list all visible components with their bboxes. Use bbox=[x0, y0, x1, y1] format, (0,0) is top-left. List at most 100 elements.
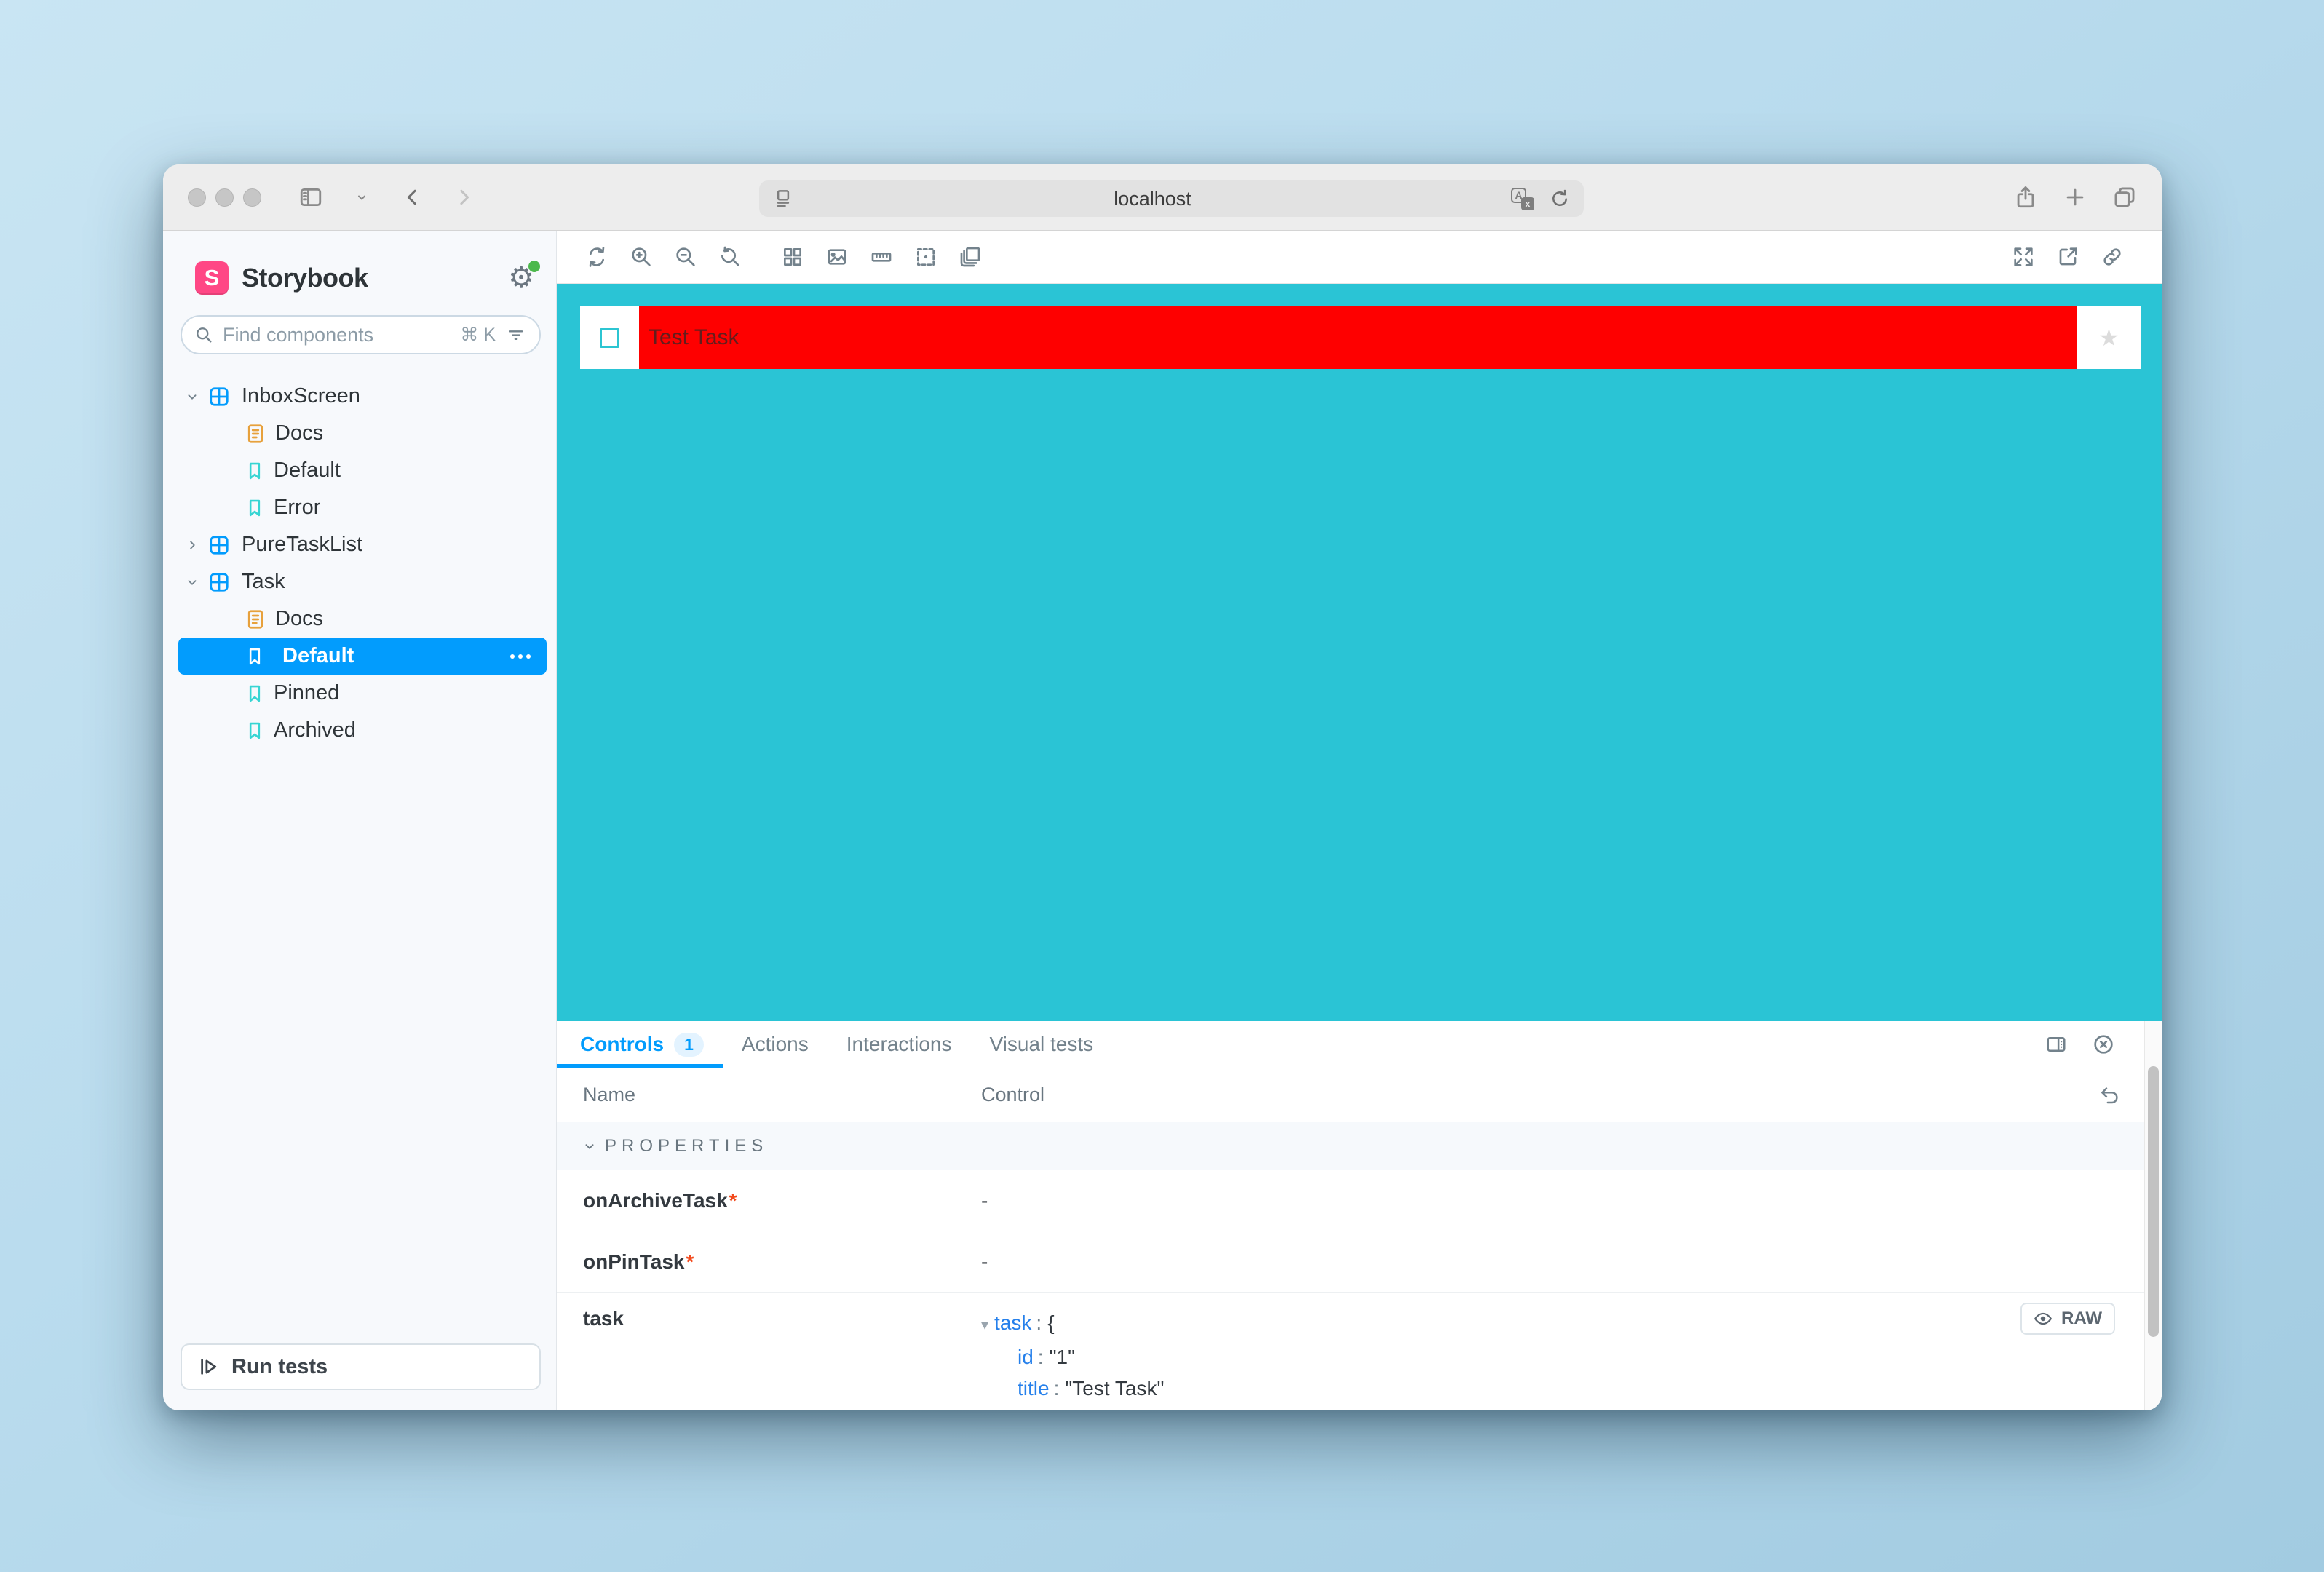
background-button[interactable] bbox=[814, 237, 859, 277]
controls-count-badge: 1 bbox=[674, 1033, 704, 1057]
raw-toggle-button[interactable]: RAW bbox=[2020, 1303, 2115, 1335]
controls-table: Name Control PROPERTIES onArchiveTask* bbox=[557, 1068, 2162, 1410]
json-control[interactable]: ▾task:{ id:"1" title:"Test Task" state:"… bbox=[981, 1307, 2162, 1410]
tab-label: Controls bbox=[580, 1033, 664, 1056]
overflow-menu-icon[interactable] bbox=[510, 654, 531, 659]
filter-icon[interactable] bbox=[506, 325, 526, 345]
tab-visual-tests[interactable]: Visual tests bbox=[970, 1021, 1112, 1068]
storybook-logo: S bbox=[195, 261, 229, 295]
tab-controls[interactable]: Controls 1 bbox=[557, 1021, 723, 1068]
sidebar-item-puretasklist[interactable]: PureTaskList bbox=[163, 526, 556, 563]
component-icon bbox=[208, 534, 230, 556]
docs-icon bbox=[245, 608, 266, 630]
run-tests-button[interactable]: Run tests bbox=[181, 1343, 541, 1390]
open-canvas-new-tab-button[interactable] bbox=[2045, 237, 2090, 277]
sidebar-item-label: Error bbox=[274, 496, 320, 520]
reload-button[interactable] bbox=[1549, 188, 1571, 210]
arg-control: - bbox=[981, 1189, 2162, 1212]
back-button[interactable] bbox=[397, 183, 429, 212]
zoom-in-icon bbox=[630, 245, 653, 269]
addon-tabs: Controls 1 Actions Interactions Visual t… bbox=[557, 1021, 2162, 1068]
fullscreen-button[interactable] bbox=[2001, 237, 2045, 277]
favorite-star-icon[interactable]: ★ bbox=[2098, 324, 2119, 352]
scrollbar-thumb[interactable] bbox=[2148, 1066, 2159, 1337]
sidebar-item-inboxscreen-docs[interactable]: Docs bbox=[163, 415, 556, 452]
task-title-area[interactable]: Test Task bbox=[639, 306, 2077, 369]
sidebar-item-task-pinned[interactable]: Pinned bbox=[163, 675, 556, 712]
json-key: title bbox=[1018, 1377, 1050, 1400]
canvas-toolbar bbox=[557, 231, 2162, 284]
remount-button[interactable] bbox=[574, 237, 619, 277]
new-tab-button[interactable] bbox=[2063, 185, 2087, 210]
json-collapse-toggle[interactable]: ▾ bbox=[981, 1317, 988, 1333]
story-icon bbox=[245, 683, 265, 704]
close-panel-icon[interactable] bbox=[2092, 1033, 2115, 1056]
open-new-tab-icon bbox=[2056, 245, 2079, 269]
sidebar-item-label: PureTaskList bbox=[242, 533, 362, 557]
tab-group-menu-button[interactable] bbox=[346, 183, 378, 212]
json-value[interactable]: "1" bbox=[1050, 1346, 1075, 1368]
translate-icon[interactable]: A x bbox=[1511, 188, 1534, 210]
search-input[interactable] bbox=[223, 324, 460, 346]
window-controls bbox=[188, 188, 261, 207]
sidebar-item-label: Default bbox=[282, 644, 354, 668]
chevron-down-icon bbox=[353, 188, 370, 206]
json-brace: { bbox=[1047, 1311, 1054, 1334]
share-button[interactable] bbox=[2013, 185, 2038, 210]
zoom-window-button[interactable] bbox=[243, 188, 261, 207]
zoom-out-icon bbox=[674, 245, 697, 269]
properties-section-header[interactable]: PROPERTIES bbox=[557, 1122, 2162, 1170]
run-tests-label: Run tests bbox=[231, 1355, 328, 1379]
url-text: localhost bbox=[1114, 188, 1191, 210]
reader-icon[interactable] bbox=[772, 188, 794, 210]
eye-icon bbox=[2034, 1309, 2053, 1328]
sidebar-item-inboxscreen[interactable]: InboxScreen bbox=[163, 378, 556, 415]
address-bar[interactable]: localhost A x bbox=[759, 180, 1584, 217]
zoom-reset-button[interactable] bbox=[707, 237, 752, 277]
required-marker: * bbox=[729, 1189, 737, 1212]
outline-button[interactable] bbox=[903, 237, 948, 277]
story-icon bbox=[245, 646, 265, 667]
column-header-name: Name bbox=[557, 1084, 981, 1106]
search-shortcut: ⌘ K bbox=[460, 324, 496, 346]
sidebar-toggle-button[interactable] bbox=[295, 183, 327, 212]
grid-icon bbox=[781, 245, 804, 269]
measure-button[interactable] bbox=[859, 237, 903, 277]
sidebar-item-task-archived[interactable]: Archived bbox=[163, 712, 556, 749]
sidebar-item-task-default-selected[interactable]: Default bbox=[178, 638, 547, 675]
tab-interactions[interactable]: Interactions bbox=[828, 1021, 971, 1068]
reset-controls-button[interactable] bbox=[2099, 1084, 2121, 1106]
settings-button[interactable]: ⚙ bbox=[508, 263, 534, 293]
notification-dot bbox=[528, 261, 540, 272]
layers-button[interactable] bbox=[948, 237, 992, 277]
json-key: task bbox=[994, 1311, 1031, 1334]
sidebar-item-task-docs[interactable]: Docs bbox=[163, 600, 556, 638]
json-value[interactable]: "TASK_INBOX" bbox=[1077, 1408, 1218, 1410]
search-icon bbox=[194, 325, 214, 345]
zoom-in-button[interactable] bbox=[619, 237, 663, 277]
minimize-window-button[interactable] bbox=[215, 188, 234, 207]
tabs-overview-button[interactable] bbox=[2112, 185, 2137, 210]
sidebar-item-label: Archived bbox=[274, 718, 356, 742]
tab-actions[interactable]: Actions bbox=[723, 1021, 828, 1068]
raw-label: RAW bbox=[2061, 1309, 2102, 1329]
panel-scrollbar[interactable] bbox=[2144, 1021, 2162, 1410]
search-box[interactable]: ⌘ K bbox=[181, 315, 541, 354]
sidebar-item-inboxscreen-error[interactable]: Error bbox=[163, 489, 556, 526]
table-row-onpintask: onPinTask* - bbox=[557, 1231, 2162, 1293]
panel-position-icon[interactable] bbox=[2045, 1033, 2067, 1055]
tab-label: Interactions bbox=[846, 1033, 952, 1056]
json-value[interactable]: "Test Task" bbox=[1065, 1377, 1164, 1400]
tab-label: Actions bbox=[742, 1033, 809, 1056]
copy-link-button[interactable] bbox=[2090, 237, 2134, 277]
sidebar-item-task[interactable]: Task bbox=[163, 563, 556, 600]
forward-button[interactable] bbox=[448, 183, 480, 212]
task-checkbox[interactable] bbox=[600, 328, 619, 348]
close-window-button[interactable] bbox=[188, 188, 206, 207]
grid-toggle-button[interactable] bbox=[770, 237, 814, 277]
sidebar-item-inboxscreen-default[interactable]: Default bbox=[163, 452, 556, 489]
zoom-out-button[interactable] bbox=[663, 237, 707, 277]
copy-link-icon bbox=[2101, 245, 2124, 269]
required-marker: * bbox=[686, 1250, 694, 1273]
sidebar-item-label: InboxScreen bbox=[242, 384, 360, 408]
